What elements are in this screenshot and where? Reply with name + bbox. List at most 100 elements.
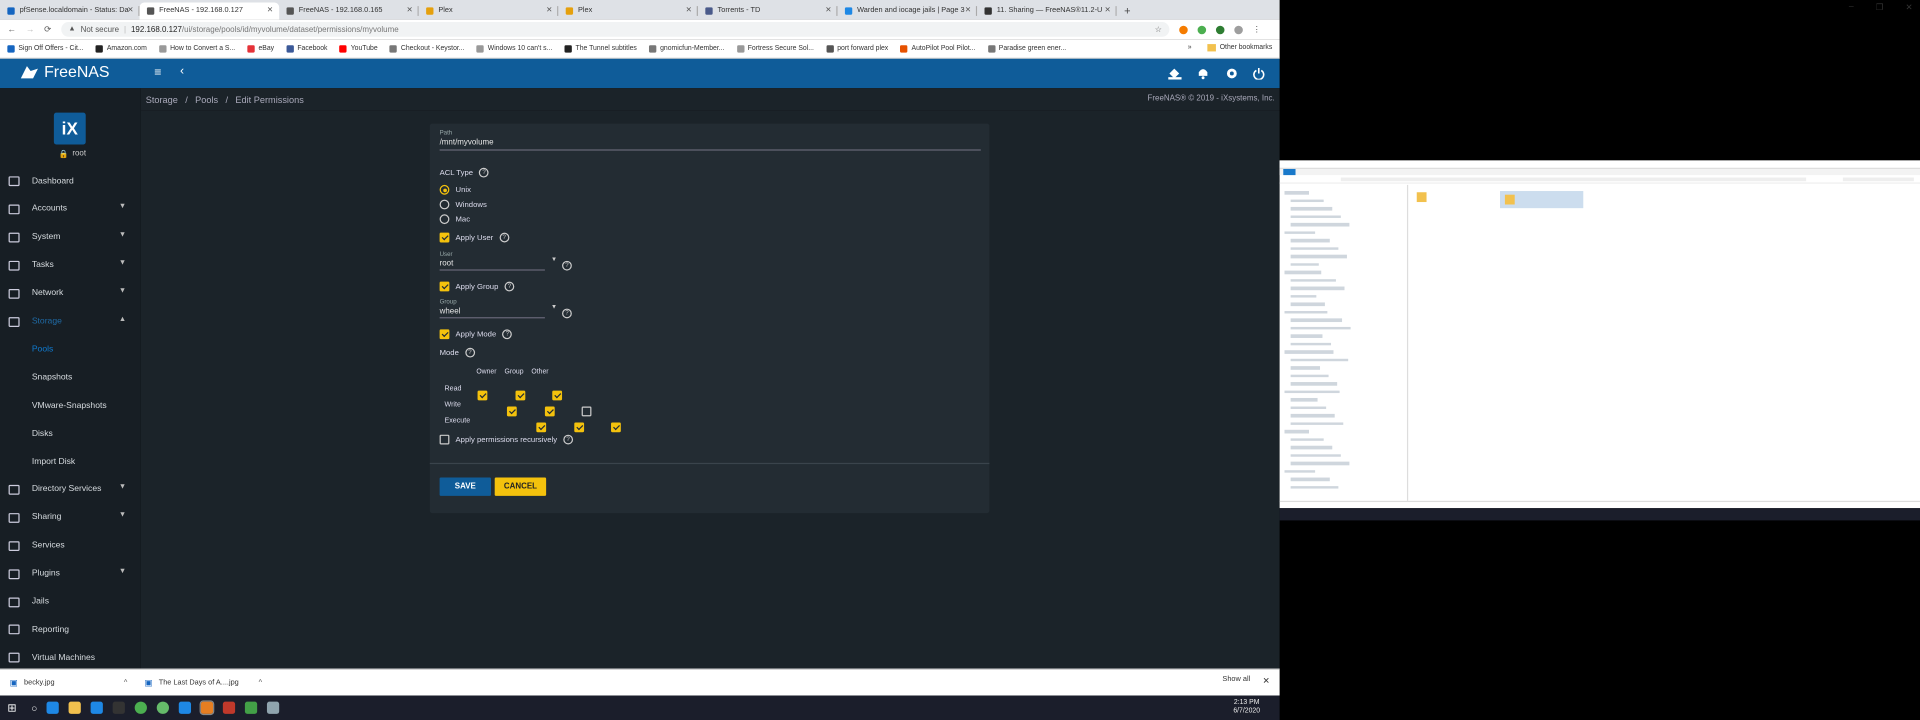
mode-checkbox-other[interactable] <box>611 422 621 433</box>
chevron-down-icon[interactable]: ▼ <box>551 304 557 311</box>
help-icon[interactable]: ? <box>504 281 515 292</box>
app-icon[interactable] <box>113 701 126 714</box>
clock[interactable]: 2:13 PM 6/7/2020 <box>1233 699 1260 716</box>
tree-row[interactable] <box>1290 358 1349 362</box>
tree-row[interactable] <box>1290 214 1341 218</box>
browser-tab[interactable]: FreeNAS - 192.168.0.165 ✕ <box>279 2 419 19</box>
active-app-icon[interactable] <box>200 700 215 716</box>
ie-icon[interactable] <box>91 701 104 714</box>
tree-row[interactable] <box>1290 302 1325 306</box>
bookmark-item[interactable]: gnomicfun-Member... <box>649 44 724 53</box>
bookmark-item[interactable]: YouTube <box>339 44 378 53</box>
bookmark-item[interactable]: port forward plex <box>826 44 888 53</box>
back-icon[interactable]: ← <box>7 25 16 34</box>
breadcrumb-storage[interactable]: Storage <box>146 94 178 105</box>
edge-icon[interactable] <box>47 701 60 714</box>
sidebar-item-disks[interactable]: Disks <box>0 420 141 447</box>
sidebar-item-reporting[interactable]: Reporting <box>0 616 141 643</box>
apply-mode-checkbox[interactable]: Apply Mode? <box>439 329 513 340</box>
tree-row[interactable] <box>1284 230 1316 234</box>
tree-row[interactable] <box>1290 477 1330 481</box>
reload-icon[interactable]: ⟳ <box>44 24 51 35</box>
profile-icon[interactable] <box>1234 25 1243 34</box>
browser-tab[interactable]: Warden and iocage jails | Page 3 ✕ <box>838 2 978 19</box>
mode-checkbox-other[interactable] <box>552 390 563 401</box>
browser-tab[interactable]: pfSense.localdomain - Status: Da ✕ <box>0 2 140 19</box>
download-item[interactable]: ▣ becky.jpg ^ <box>0 678 135 688</box>
utorrent-icon[interactable] <box>157 701 170 714</box>
close-tab-icon[interactable]: ✕ <box>267 6 273 14</box>
sidebar-item-services[interactable]: Services <box>0 532 141 559</box>
close-tab-icon[interactable]: ✕ <box>965 6 971 14</box>
tree-row[interactable] <box>1290 485 1339 489</box>
mode-checkbox-owner[interactable] <box>506 406 517 417</box>
tree-row[interactable] <box>1290 222 1350 226</box>
chrome-icon[interactable] <box>135 701 148 714</box>
tree-row[interactable] <box>1290 246 1339 250</box>
bookmarks-overflow-icon[interactable]: » <box>1188 44 1192 51</box>
tree-row[interactable] <box>1290 342 1332 346</box>
chevron-up-icon[interactable]: ^ <box>124 679 127 686</box>
tree-row[interactable] <box>1290 294 1317 298</box>
tree-row[interactable] <box>1290 366 1321 370</box>
url-text[interactable]: 192.168.0.127/ui/storage/pools/id/myvolu… <box>131 25 399 34</box>
theme-bucket-icon[interactable] <box>1168 67 1182 80</box>
close-tab-icon[interactable]: ✕ <box>686 6 692 14</box>
tree-row[interactable] <box>1290 262 1319 266</box>
tree-row[interactable] <box>1290 254 1347 258</box>
close-tab-icon[interactable]: ✕ <box>127 6 133 14</box>
sidebar-item-network[interactable]: Network ▼ <box>0 280 141 307</box>
close-tab-icon[interactable]: ✕ <box>825 6 831 14</box>
help-icon[interactable]: ? <box>465 347 475 358</box>
sidebar-item-pools[interactable]: Pools <box>0 336 141 363</box>
browser-tab[interactable]: FreeNAS - 192.168.0.127 ✕ <box>139 2 280 20</box>
selected-folder[interactable] <box>1500 191 1584 209</box>
sidebar-item-plugins[interactable]: Plugins ▼ <box>0 560 141 587</box>
acl-radio-mac[interactable]: Mac <box>439 214 470 225</box>
app-icon[interactable] <box>245 701 258 714</box>
bookmark-item[interactable]: Sign Off Offers - Cit... <box>7 44 84 53</box>
forward-icon[interactable]: → <box>26 25 35 34</box>
sidebar-item-sharing[interactable]: Sharing ▼ <box>0 504 141 531</box>
app-icon[interactable] <box>223 701 236 714</box>
explorer-path-field[interactable] <box>1340 177 1807 182</box>
tree-row[interactable] <box>1290 453 1341 457</box>
sidebar-item-jails[interactable]: Jails <box>0 588 141 615</box>
mode-checkbox-other[interactable] <box>581 406 592 417</box>
tree-row[interactable] <box>1290 326 1351 330</box>
extension-icon[interactable] <box>1197 25 1206 34</box>
help-icon[interactable]: ? <box>502 329 513 340</box>
power-icon[interactable] <box>1253 67 1265 80</box>
tree-row[interactable] <box>1284 191 1309 195</box>
help-icon[interactable]: ? <box>499 232 510 243</box>
hamburger-icon[interactable]: ≡ <box>154 66 161 79</box>
tree-row[interactable] <box>1290 445 1333 449</box>
show-all-button[interactable]: Show all <box>1222 676 1250 683</box>
bell-icon[interactable] <box>1198 67 1209 80</box>
cancel-button[interactable]: CANCEL <box>494 477 547 496</box>
mode-checkbox-owner[interactable] <box>477 390 488 401</box>
tree-row[interactable] <box>1290 198 1324 203</box>
tree-row[interactable] <box>1284 390 1340 394</box>
close-icon[interactable]: ✕ <box>1263 676 1270 686</box>
tree-row[interactable] <box>1290 461 1350 465</box>
extension-icon[interactable] <box>1215 25 1225 34</box>
tree-row[interactable] <box>1290 278 1336 282</box>
browser-tab[interactable]: 11. Sharing — FreeNAS®11.2-U ✕ <box>977 2 1117 19</box>
user-select-value[interactable]: root <box>440 260 454 269</box>
tree-row[interactable] <box>1284 350 1334 354</box>
bookmark-item[interactable]: The Tunnel subtitles <box>564 44 637 53</box>
sidebar-item-import-disk[interactable]: Import Disk <box>0 448 141 475</box>
tree-row[interactable] <box>1290 437 1324 441</box>
gear-icon[interactable] <box>1226 67 1238 79</box>
tree-row[interactable] <box>1290 286 1345 290</box>
sidebar-item-storage[interactable]: Storage ▲ <box>0 308 141 335</box>
mode-checkbox-group[interactable] <box>515 390 526 401</box>
tree-row[interactable] <box>1290 382 1338 386</box>
sidebar-item-system[interactable]: System ▼ <box>0 224 141 251</box>
explorer-search-field[interactable] <box>1842 177 1914 182</box>
bookmark-item[interactable]: Paradise green ener... <box>987 44 1066 53</box>
tree-row[interactable] <box>1290 374 1329 378</box>
tree-row[interactable] <box>1290 334 1323 338</box>
minimize-button[interactable]: – <box>1849 2 1854 12</box>
